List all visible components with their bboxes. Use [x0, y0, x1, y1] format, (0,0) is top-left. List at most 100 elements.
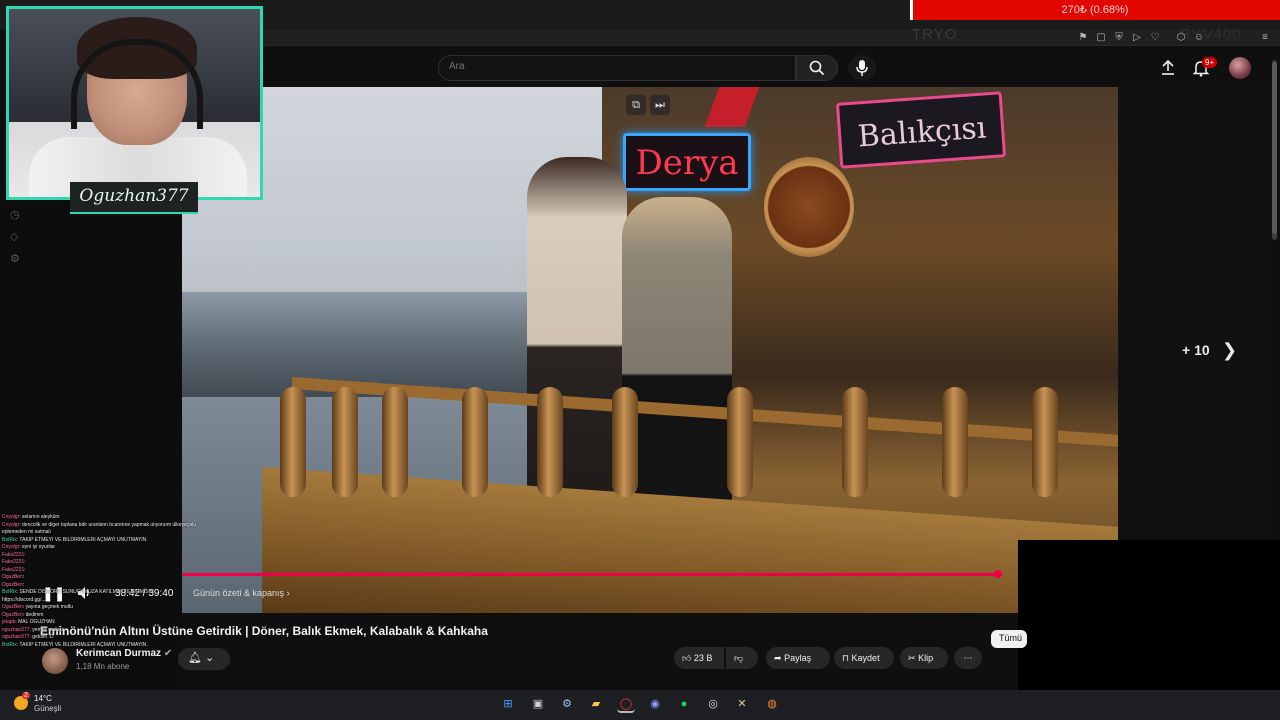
chat-text: : geldim :D: [29, 634, 54, 640]
chat-message: Fako2231:: [2, 567, 222, 575]
history-icon[interactable]: ◷: [10, 208, 20, 221]
video-progress-bar[interactable]: [182, 573, 998, 576]
chat-text: :: [24, 559, 26, 565]
chevron-right-icon[interactable]: ❯: [1222, 340, 1237, 361]
webcam-overlay: [6, 6, 263, 200]
more-actions-button[interactable]: ⋯: [954, 647, 982, 669]
chat-username: Fako2231: [2, 566, 25, 573]
bookmark-icon: ⊓: [842, 653, 850, 663]
dislike-button[interactable]: 👎︎: [726, 647, 758, 669]
baluster: [462, 387, 488, 497]
chat-icon[interactable]: ◇: [10, 230, 18, 243]
chat-text: : TAKİP ETMEYİ VE BİLDİRİMLERİ AÇMAYI UN…: [16, 641, 148, 648]
save-button[interactable]: ⊓ Kaydet: [834, 647, 894, 669]
discord-icon[interactable]: ◉: [646, 695, 664, 713]
chat-message: https://discord.gg/...: [2, 597, 222, 605]
chat-text: eplemeden mi satmalı: [2, 529, 51, 535]
search-input[interactable]: [449, 61, 779, 72]
notification-settings-button[interactable]: 🔔︎ ⌄: [178, 648, 230, 670]
voice-search-button[interactable]: [848, 55, 876, 81]
like-button[interactable]: 👍︎ 23 B: [674, 647, 724, 669]
chat-username: OguzBen: [2, 574, 23, 580]
chat-username: OguzBen: [2, 581, 23, 588]
chat-username: BotRix: [2, 641, 17, 648]
baluster: [537, 387, 563, 497]
chat-text: : yemek molası: [29, 626, 64, 633]
verified-icon: ✔: [163, 648, 173, 659]
video-player[interactable]: Balıkçısı Derya ⧉ ⏭: [182, 87, 1118, 613]
filter-chip-all[interactable]: Tümü: [991, 630, 1027, 648]
spotify-icon[interactable]: ●: [675, 695, 693, 713]
windows-taskbar: [0, 690, 1280, 720]
weather-badge: 2: [22, 692, 30, 699]
settings-icon[interactable]: ⚙: [10, 252, 20, 265]
save-label: Kaydet: [851, 653, 880, 663]
stream-mask-overlay: [1018, 540, 1280, 690]
extensions-icon[interactable]: ⬡: [1174, 31, 1188, 44]
miniplayer-icon[interactable]: ⧉: [626, 95, 646, 115]
bell-icon: 🔔︎: [188, 652, 202, 664]
share-icon: ➦: [774, 653, 782, 663]
heart-icon[interactable]: ♡: [1148, 31, 1162, 44]
scrollbar-thumb[interactable]: [1272, 62, 1277, 234]
file-explorer-icon[interactable]: ▰: [587, 695, 605, 713]
video-progress-handle[interactable]: [994, 570, 1002, 578]
chat-text: : MAL OGUZHAN: [15, 619, 55, 625]
streamer-name: Oguzhan377: [79, 186, 189, 206]
shield-icon[interactable]: ⛨: [1112, 31, 1126, 44]
channel-avatar[interactable]: [42, 648, 68, 674]
windows-start-icon[interactable]: ⊞: [499, 695, 517, 713]
baluster: [842, 387, 868, 497]
channel-name[interactable]: Kerimcan Durmaz ✔: [76, 648, 172, 659]
chat-text: : TAKİP ETMEYİ VE BİLDİRİMLERİ AÇMAYI UN…: [16, 536, 148, 543]
chat-overlay: Cnyolgr: selamın aleyküm Cnyolgr: dencoli…: [2, 514, 222, 649]
clip-button[interactable]: ✂ Klip: [900, 647, 948, 669]
chat-text: :: [24, 551, 26, 558]
baluster: [280, 387, 306, 497]
chat-username: OguzBen: [2, 611, 23, 618]
channel-name-text: Kerimcan Durmaz: [76, 648, 162, 659]
more-icon: ⋯: [963, 653, 973, 663]
obs-icon[interactable]: ◎: [704, 695, 722, 713]
baluster: [612, 387, 638, 497]
search-icon: [809, 60, 825, 76]
chat-message: Cnyolgr: dencolik ve diger toplana bdir …: [2, 522, 222, 530]
thumbs-down-icon: 👎︎: [734, 653, 744, 663]
chat-message: BotRix: SENDE DİSCORD SUNUCUMUZA KATILMA…: [2, 589, 222, 597]
chat-username: oguzhan377: [2, 634, 30, 640]
video-top-controls: ⧉ ⏭: [626, 95, 674, 115]
play-extension-icon[interactable]: ▷: [1130, 31, 1144, 44]
donation-goal-text: 270₺ (0.68%): [1061, 4, 1129, 16]
chat-message: jelapb: MAL OGUZHAN: [2, 619, 222, 627]
more-items-count[interactable]: + 10: [1182, 342, 1210, 358]
subscriber-count: 1,18 Mn abone: [76, 662, 130, 671]
chat-username: Cnyolgr: [2, 544, 20, 550]
screenshot-icon[interactable]: ▢: [1094, 31, 1108, 44]
share-label: Paylaş: [784, 653, 812, 663]
thumbs-up-icon: 👍︎: [682, 653, 692, 663]
opera-browser-icon[interactable]: ◯: [617, 695, 635, 713]
share-button[interactable]: ➦ Paylaş: [766, 647, 830, 669]
next-video-icon[interactable]: ⏭: [650, 95, 670, 115]
firefox-icon[interactable]: ◍: [763, 695, 781, 713]
chat-message: oguzhan377: yemek molası: [2, 627, 222, 635]
neon-sign-derya: Derya: [635, 143, 739, 183]
bookmark-icon[interactable]: ⚑: [1076, 31, 1090, 44]
settings-icon[interactable]: ⚙: [558, 695, 576, 713]
menu-icon[interactable]: ≡: [1258, 31, 1272, 44]
chat-username: BotRix: [2, 589, 17, 595]
search-button[interactable]: [796, 55, 838, 81]
chat-text: :: [24, 566, 26, 573]
chat-message: BotRix: TAKİP ETMEYİ VE BİLDİRİMLERİ AÇM…: [2, 642, 222, 650]
baluster: [1032, 387, 1058, 497]
task-view-icon[interactable]: ▣: [529, 695, 547, 713]
weather-temperature: 14°C: [34, 694, 52, 703]
like-count: 23 B: [693, 653, 713, 663]
account-avatar[interactable]: [1229, 57, 1251, 79]
game-launcher-icon[interactable]: ✕: [733, 695, 751, 713]
profile-icon[interactable]: ☺: [1192, 31, 1206, 44]
baluster: [727, 387, 753, 497]
chat-text: : eyni iyi oyunlar: [19, 544, 56, 550]
chat-message: Fako2231:: [2, 559, 222, 567]
upload-icon[interactable]: [1160, 59, 1176, 82]
